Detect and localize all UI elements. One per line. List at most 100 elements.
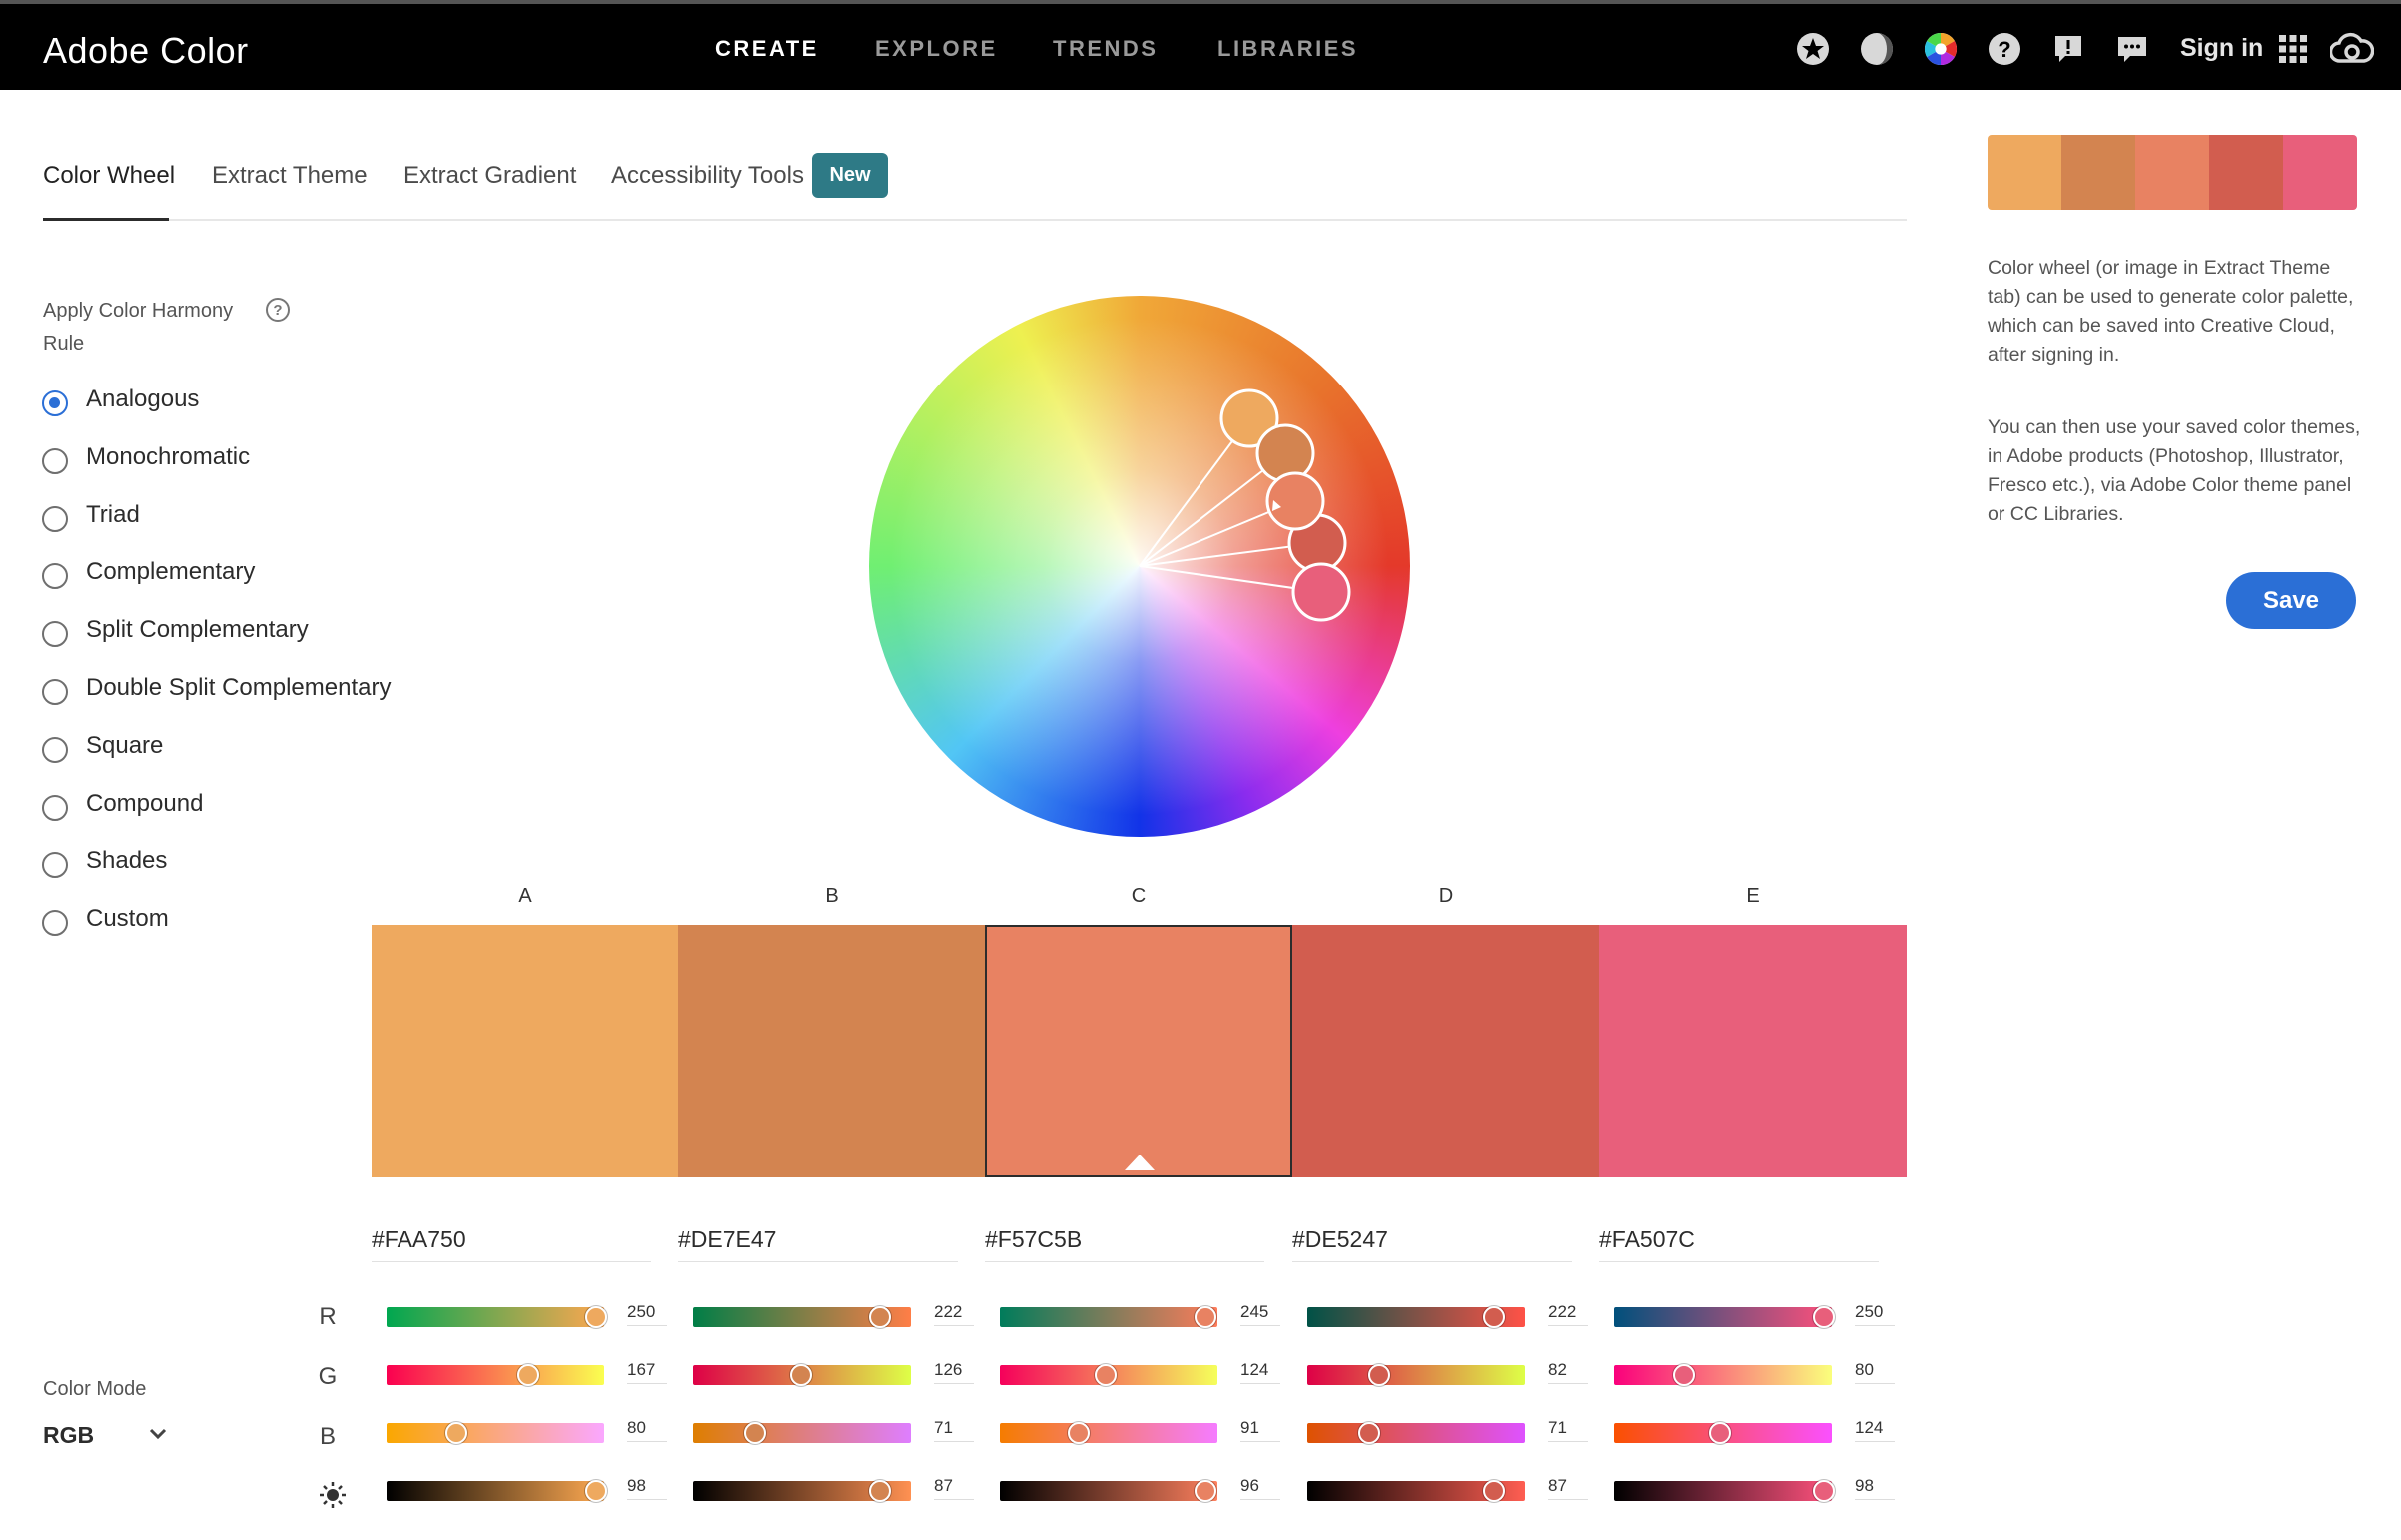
- channel-value-r[interactable]: 250: [1855, 1302, 1895, 1326]
- slider-handle[interactable]: [1068, 1422, 1090, 1444]
- channel-value-g[interactable]: 80: [1855, 1360, 1895, 1384]
- slider-handle[interactable]: [1813, 1480, 1835, 1502]
- channel-value-b[interactable]: 91: [1240, 1418, 1280, 1442]
- radio-button[interactable]: [42, 852, 68, 879]
- color-swatch[interactable]: [372, 925, 679, 1177]
- channel-slider-g[interactable]: [1307, 1364, 1525, 1386]
- hex-input[interactable]: #DE7E47: [678, 1226, 958, 1262]
- channel-value-g[interactable]: 167: [627, 1360, 667, 1384]
- slider-handle[interactable]: [744, 1422, 766, 1444]
- feedback-icon[interactable]: [2115, 32, 2149, 66]
- color-swatch[interactable]: [1292, 925, 1600, 1177]
- sign-in-link[interactable]: Sign in: [2180, 34, 2263, 63]
- channel-value-brightness[interactable]: 96: [1240, 1476, 1280, 1500]
- channel-value-brightness[interactable]: 87: [934, 1476, 974, 1500]
- channel-value-b[interactable]: 71: [1548, 1418, 1588, 1442]
- harmony-rule-item[interactable]: Custom: [42, 905, 391, 963]
- app-logo[interactable]: Adobe Color: [43, 30, 249, 72]
- color-swatch[interactable]: [1599, 925, 1907, 1177]
- slider-handle[interactable]: [1483, 1306, 1505, 1328]
- tab-color-wheel[interactable]: Color Wheel: [43, 162, 175, 190]
- channel-value-r[interactable]: 222: [934, 1302, 974, 1326]
- nav-trends[interactable]: TRENDS: [1053, 36, 1158, 62]
- alert-icon[interactable]: [2051, 32, 2085, 66]
- channel-value-r[interactable]: 245: [1240, 1302, 1280, 1326]
- dark-mode-icon[interactable]: [1860, 32, 1894, 66]
- channel-value-r[interactable]: 250: [627, 1302, 667, 1326]
- wheel-handle-b[interactable]: [1255, 423, 1315, 483]
- harmony-rule-item[interactable]: Double Split Complementary: [42, 674, 391, 732]
- color-mode-select[interactable]: RGB: [43, 1422, 173, 1458]
- channel-slider-b[interactable]: [1614, 1422, 1832, 1444]
- channel-slider-b[interactable]: [1000, 1422, 1217, 1444]
- channel-value-g[interactable]: 124: [1240, 1360, 1280, 1384]
- harmony-rule-item[interactable]: Analogous: [42, 385, 391, 443]
- nav-create[interactable]: CREATE: [715, 36, 819, 62]
- channel-slider-r[interactable]: [1307, 1306, 1525, 1328]
- channel-value-b[interactable]: 71: [934, 1418, 974, 1442]
- favorites-icon[interactable]: [1796, 32, 1830, 66]
- channel-value-r[interactable]: 222: [1548, 1302, 1588, 1326]
- slider-handle[interactable]: [1358, 1422, 1380, 1444]
- channel-slider-b[interactable]: [387, 1422, 604, 1444]
- channel-slider-b[interactable]: [1307, 1422, 1525, 1444]
- harmony-rule-item[interactable]: Triad: [42, 501, 391, 559]
- radio-button[interactable]: [42, 505, 68, 532]
- radio-button[interactable]: [42, 736, 68, 763]
- slider-handle[interactable]: [1709, 1422, 1731, 1444]
- channel-value-brightness[interactable]: 87: [1548, 1476, 1588, 1500]
- harmony-rule-item[interactable]: Monochromatic: [42, 443, 391, 501]
- tab-accessibility-tools[interactable]: Accessibility Tools: [611, 162, 804, 190]
- channel-slider-g[interactable]: [693, 1364, 911, 1386]
- slider-handle[interactable]: [1673, 1364, 1695, 1386]
- slider-handle[interactable]: [869, 1306, 891, 1328]
- channel-value-g[interactable]: 126: [934, 1360, 974, 1384]
- color-swatch[interactable]: [985, 925, 1292, 1177]
- creative-cloud-icon[interactable]: [2330, 32, 2374, 66]
- channel-value-b[interactable]: 124: [1855, 1418, 1895, 1442]
- save-button[interactable]: Save: [2226, 572, 2356, 629]
- radio-button[interactable]: [42, 910, 68, 937]
- slider-handle[interactable]: [585, 1480, 607, 1502]
- color-swatch[interactable]: [678, 925, 986, 1177]
- harmony-rule-item[interactable]: Shades: [42, 847, 391, 905]
- slider-handle[interactable]: [869, 1480, 891, 1502]
- harmony-help-icon[interactable]: ?: [266, 298, 290, 322]
- slider-handle[interactable]: [1195, 1306, 1216, 1328]
- hex-input[interactable]: #DE5247: [1292, 1226, 1572, 1262]
- channel-slider-g[interactable]: [1000, 1364, 1217, 1386]
- wheel-handle-e[interactable]: [1291, 562, 1351, 622]
- radio-button[interactable]: [42, 447, 68, 474]
- tab-extract-gradient[interactable]: Extract Gradient: [403, 162, 576, 190]
- channel-slider-r[interactable]: [693, 1306, 911, 1328]
- channel-slider-g[interactable]: [1614, 1364, 1832, 1386]
- radio-button[interactable]: [42, 621, 68, 648]
- harmony-rule-item[interactable]: Split Complementary: [42, 616, 391, 674]
- channel-slider-brightness[interactable]: [387, 1480, 607, 1502]
- harmony-rule-item[interactable]: Complementary: [42, 558, 391, 616]
- radio-button[interactable]: [42, 794, 68, 821]
- help-icon[interactable]: ?: [1988, 32, 2021, 66]
- channel-slider-brightness[interactable]: [1000, 1480, 1217, 1502]
- channel-value-b[interactable]: 80: [627, 1418, 667, 1442]
- radio-button[interactable]: [42, 678, 68, 705]
- channel-slider-r[interactable]: [387, 1306, 607, 1328]
- channel-slider-r[interactable]: [1614, 1306, 1835, 1328]
- channel-value-brightness[interactable]: 98: [627, 1476, 667, 1500]
- channel-slider-brightness[interactable]: [1307, 1480, 1525, 1502]
- radio-button[interactable]: [42, 390, 68, 416]
- slider-handle[interactable]: [517, 1364, 539, 1386]
- channel-slider-b[interactable]: [693, 1422, 911, 1444]
- nav-explore[interactable]: EXPLORE: [875, 36, 998, 62]
- color-wheel-icon[interactable]: [1924, 32, 1958, 66]
- channel-value-brightness[interactable]: 98: [1855, 1476, 1895, 1500]
- hex-input[interactable]: #FA507C: [1599, 1226, 1879, 1262]
- slider-handle[interactable]: [585, 1306, 607, 1328]
- channel-slider-brightness[interactable]: [1614, 1480, 1835, 1502]
- slider-handle[interactable]: [1813, 1306, 1835, 1328]
- nav-libraries[interactable]: LIBRARIES: [1217, 36, 1358, 62]
- apps-grid-icon[interactable]: [2276, 32, 2310, 66]
- slider-handle[interactable]: [790, 1364, 812, 1386]
- slider-handle[interactable]: [1368, 1364, 1390, 1386]
- channel-slider-g[interactable]: [387, 1364, 604, 1386]
